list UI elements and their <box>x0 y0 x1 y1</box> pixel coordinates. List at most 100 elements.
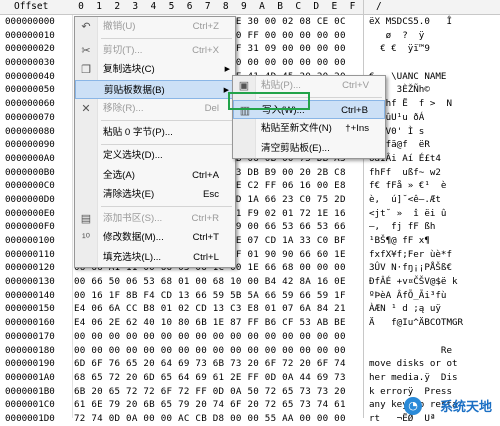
hex-row[interactable]: 000000130 00 66 50 06 53 68 01 00 68 10 0… <box>0 275 500 289</box>
column-header-a: A <box>259 1 265 12</box>
menu-item[interactable]: 粘贴至新文件(N) †+Ins <box>233 119 385 139</box>
row-ascii[interactable]: move disks or ot <box>369 357 458 371</box>
row-ascii[interactable]: ¹BŠ¶@ fF x¶ <box>369 234 430 248</box>
column-header-0: 0 <box>78 1 84 12</box>
menu-item[interactable]: ❐ 复制选块(C) ▶ <box>75 60 235 80</box>
column-header-c: C <box>295 1 302 12</box>
submenu-arrow-icon: ▶ <box>224 66 230 73</box>
row-hex-bytes[interactable]: 72 74 0D 0A 00 00 AC CB D8 00 00 55 AA 0… <box>74 412 346 426</box>
row-offset: 0000000B0 <box>5 166 55 178</box>
hex-row[interactable]: 0000001D0 72 74 0D 0A 00 00 AC CB D8 00 0… <box>0 412 500 426</box>
column-header-2: 2 <box>114 1 121 12</box>
menu-item-label: 剪贴板数据(B) <box>104 84 165 96</box>
hex-row[interactable]: 0000001B0 6B 20 65 72 72 6F 72 FF 0D 0A 5… <box>0 385 500 399</box>
row-ascii[interactable]: ø ? ÿ <box>369 29 425 43</box>
menu-item[interactable]: 定义选块(D)... <box>75 146 235 166</box>
menu-item[interactable]: ✕ 移除(R)... Del <box>75 99 235 119</box>
menu-item-shortcut: Ctrl+R <box>191 212 219 224</box>
hex-row[interactable]: 000000190 6D 6F 76 65 20 64 69 73 6B 73 2… <box>0 357 500 371</box>
row-ascii[interactable]: fhFf ußf~ w2 <box>369 166 441 180</box>
row-ascii[interactable]: ëX MSDCS5.0 Î <box>369 15 452 29</box>
row-ascii[interactable]: <jt˘ » î ëi û <box>369 207 446 221</box>
highlight-box <box>228 92 310 110</box>
hex-row[interactable]: 000000170 00 00 00 00 00 00 00 00 00 00 0… <box>0 330 500 344</box>
row-hex-bytes[interactable]: 00 00 00 00 00 00 00 00 00 00 00 00 00 0… <box>74 330 346 344</box>
row-hex-bytes[interactable]: 00 16 1F 8B F4 CD 13 66 59 5B 5A 66 59 6… <box>74 289 346 303</box>
hex-row[interactable]: 0000001C0 61 6E 79 20 6B 65 79 20 74 6F 2… <box>0 398 500 412</box>
menu-item-shortcut: †+Ins <box>345 123 369 134</box>
row-hex-bytes[interactable]: 6D 6F 76 65 20 64 69 73 6B 73 20 6F 72 2… <box>74 357 346 371</box>
row-hex-bytes[interactable]: 68 65 72 20 6D 65 64 69 61 2E FF 0D 0A 4… <box>74 371 346 385</box>
clipboard-submenu[interactable]: ▣ 粘贴(P)... Ctrl+V ▥ 写入(W)... Ctrl+B 粘贴至新文件(N) †… <box>232 75 386 159</box>
column-header-3: 3 <box>132 1 139 12</box>
row-ascii[interactable]: –, fj fF ßh <box>369 220 435 234</box>
hex-row[interactable]: 000000150 E4 06 6A CC B8 01 02 CD 13 C3 E… <box>0 302 500 316</box>
menu-item-label: 剪切(T)... <box>103 44 143 56</box>
hex-row[interactable]: 0000001A0 68 65 72 20 6D 65 64 69 61 2E F… <box>0 371 500 385</box>
copy-icon: ❐ <box>81 64 91 76</box>
row-ascii[interactable]: è, ú]˘<ê—.Æt <box>369 193 441 207</box>
row-offset: 000000110 <box>5 248 55 260</box>
row-ascii[interactable]: Re <box>369 344 452 358</box>
menu-item[interactable]: ¹⁰ 修改数据(M)... Ctrl+T <box>75 228 235 248</box>
clipboard-icon <box>80 84 94 98</box>
row-ascii[interactable]: rt ¬ËØ Uª <box>369 412 435 426</box>
hex-row[interactable]: 000000180 00 00 00 00 00 00 00 00 00 00 0… <box>0 344 500 358</box>
watermark-icon: ◔ <box>404 397 422 415</box>
row-hex-bytes[interactable]: 6B 20 65 72 72 6F 72 FF 0D 0A 50 72 65 7… <box>74 385 346 399</box>
paste-icon: ▣ <box>238 80 250 92</box>
row-offset: 0000001C0 <box>5 399 55 411</box>
hex-row[interactable]: 000000160 E4 06 2E 62 40 10 80 6B 1E 87 F… <box>0 316 500 330</box>
hex-row[interactable]: 000000140 00 16 1F 8B F4 CD 13 66 59 5B 5… <box>0 289 500 303</box>
menu-item-shortcut: Ctrl+V <box>342 80 369 91</box>
row-offset: 000000160 <box>5 317 55 329</box>
menu-item-label: 全选(A) <box>103 169 135 181</box>
menu-item[interactable]: ✂ 剪切(T)... Ctrl+X <box>75 41 235 61</box>
column-header-8: 8 <box>222 1 229 12</box>
column-header-4: 4 <box>150 1 157 12</box>
menu-item-shortcut: Ctrl+T <box>192 232 219 243</box>
edit-icon: ¹⁰ <box>81 232 91 244</box>
row-offset: 000000000 <box>5 16 55 27</box>
row-ascii[interactable]: Ä f@Iu^ÄBCOTMGR <box>369 316 463 330</box>
menu-item[interactable]: 清空剪贴板(E)... <box>233 139 385 159</box>
row-hex-bytes[interactable]: E4 06 2E 62 40 10 80 6B 1E 87 FF B6 CF 5… <box>74 316 346 330</box>
menu-item-label: 清空剪贴板(E)... <box>261 142 330 154</box>
row-offset: 000000140 <box>5 289 55 301</box>
row-ascii[interactable]: ÀÆN ¹ d ;ą uÿ <box>369 302 441 316</box>
menu-item[interactable]: 剪贴板数据(B) ▶ <box>75 79 235 99</box>
menu-item[interactable]: ↶ 撤销(U) Ctrl+Z <box>75 17 235 37</box>
row-ascii[interactable]: fxfX¥f;Fer ùè*f <box>369 248 452 262</box>
menu-item-shortcut: Ctrl+L <box>193 251 219 263</box>
bookmark-icon: ▤ <box>80 212 92 225</box>
row-hex-bytes[interactable]: 61 6E 79 20 6B 65 79 20 74 6F 20 72 65 7… <box>74 398 346 412</box>
row-offset: 000000010 <box>5 29 55 41</box>
row-offset: 0000001A0 <box>5 371 55 383</box>
menu-item-label: 清除选块(E) <box>103 189 155 200</box>
row-offset: 000000070 <box>5 111 55 123</box>
row-offset: 000000180 <box>5 344 55 356</box>
menu-item[interactable]: 填充选块(L)... Ctrl+L <box>75 248 235 268</box>
row-ascii[interactable]: f€ fFå » €¹ è <box>369 179 446 193</box>
row-ascii[interactable]: ĐfÂÉ +v¤ČŠV@$ë k <box>369 275 458 289</box>
menu-item[interactable]: ▤ 添加书区(S)... Ctrl+R <box>75 209 235 229</box>
menu-item-shortcut: Del <box>204 103 219 114</box>
row-offset: 0000000E0 <box>5 207 55 219</box>
row-offset: 0000000C0 <box>5 180 55 192</box>
row-hex-bytes[interactable]: 00 00 00 00 00 00 00 00 00 00 00 00 00 0… <box>74 344 346 358</box>
row-ascii[interactable]: 3ÛV N·fŋ¡¡PÅŠß€ <box>369 261 452 275</box>
row-ascii[interactable]: her media.ÿ Dis <box>369 371 458 385</box>
column-header-5: 5 <box>168 1 175 12</box>
menu-item[interactable]: 全选(A) Ctrl+A <box>75 166 235 186</box>
row-ascii[interactable]: ºÞèA ÂfÕ_Ãi³fù <box>369 289 446 303</box>
menu-item[interactable]: 粘贴 0 字节(P)... <box>75 123 235 143</box>
column-header-d: D <box>313 1 320 12</box>
menu-item[interactable]: 清除选块(E) Esc <box>75 185 235 205</box>
row-offset: 0000001D0 <box>5 412 55 424</box>
ascii-header: / <box>376 1 382 12</box>
row-ascii[interactable]: € € ÿï™9 <box>369 42 430 56</box>
row-hex-bytes[interactable]: 00 66 50 06 53 68 01 00 68 10 00 B4 42 8… <box>74 275 346 289</box>
context-menu[interactable]: ↶ 撤销(U) Ctrl+Z ✂ 剪切(T)... Ctrl+X ❐ 复制选块(C) ▶ 剪贴板数… <box>74 16 236 268</box>
row-offset: 000000120 <box>5 262 55 274</box>
row-hex-bytes[interactable]: E4 06 6A CC B8 01 02 CD 13 C3 E8 01 07 6… <box>74 302 346 316</box>
